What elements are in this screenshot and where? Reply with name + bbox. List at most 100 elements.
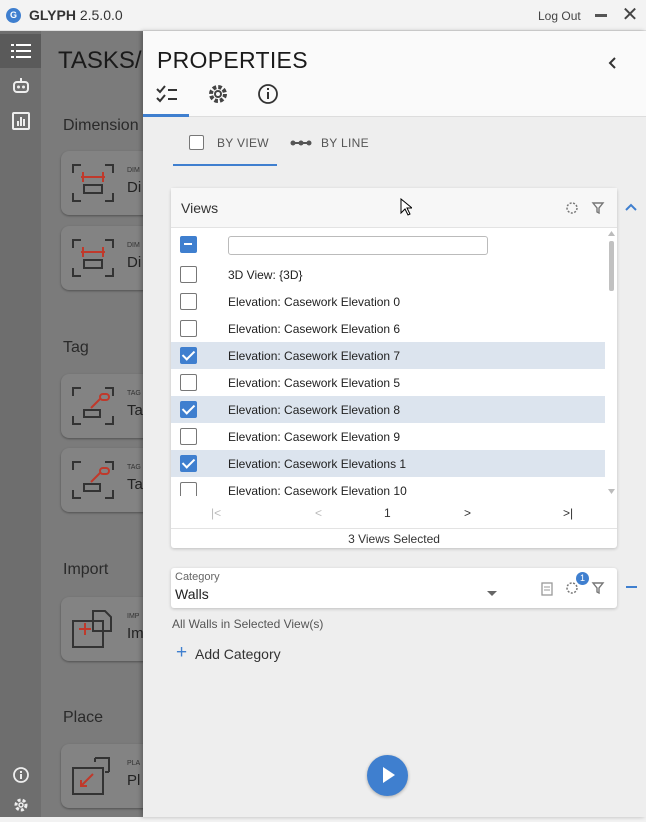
card-label: Ta: [127, 476, 143, 493]
panel-header: PROPERTIES: [143, 31, 646, 117]
view-name: Elevation: Casework Elevations 1: [228, 457, 407, 471]
run-button[interactable]: [367, 755, 408, 796]
row-checkbox[interactable]: [180, 482, 197, 496]
dimension-icon: [72, 164, 114, 202]
views-card: Views 3D View: {3D} Elevation: Casework …: [171, 188, 617, 548]
task-card[interactable]: TAG Ta: [61, 374, 144, 438]
row-checkbox[interactable]: [180, 428, 197, 445]
list-item[interactable]: Elevation: Casework Elevation 5: [171, 369, 605, 396]
first-page-button[interactable]: |<: [211, 506, 221, 520]
subtab-by-line[interactable]: BY LINE: [283, 126, 383, 166]
row-checkbox[interactable]: [180, 401, 197, 418]
remove-category-button[interactable]: [626, 586, 637, 588]
list-icon: [11, 44, 31, 58]
scroll-thumb[interactable]: [609, 241, 614, 291]
row-checkbox[interactable]: [180, 347, 197, 364]
row-checkbox[interactable]: [180, 320, 197, 337]
task-card[interactable]: TAG Ta: [61, 448, 144, 512]
rail-info[interactable]: [0, 758, 41, 792]
tab-properties[interactable]: [143, 79, 189, 117]
row-checkbox[interactable]: [180, 293, 197, 310]
page-title: TASKS/E: [58, 47, 144, 74]
info-icon: [258, 84, 278, 104]
list-item[interactable]: Elevation: Casework Elevation 10: [171, 477, 605, 496]
list-item[interactable]: Elevation: Casework Elevation 9: [171, 423, 605, 450]
tasks-page-backdrop: TASKS/E Dimension DIM Di DIM Di Tag TAG …: [41, 31, 144, 817]
add-category-label: Add Category: [195, 646, 281, 662]
place-icon: [72, 757, 110, 795]
dimension-icon: [72, 239, 114, 277]
task-card[interactable]: DIM Di: [61, 226, 144, 290]
subtab-by-view-label: BY VIEW: [217, 136, 269, 150]
card-category: TAG: [127, 464, 141, 471]
category-select[interactable]: Category Walls 1: [171, 568, 617, 608]
view-name: Elevation: Casework Elevation 10: [228, 484, 407, 496]
panel-title: PROPERTIES: [157, 47, 308, 73]
subtab-by-line-label: BY LINE: [321, 136, 369, 150]
next-page-button[interactable]: >: [464, 506, 471, 520]
task-card[interactable]: DIM Di: [61, 151, 144, 215]
logout-link[interactable]: Log Out: [538, 9, 581, 23]
views-search-input[interactable]: [228, 236, 488, 255]
tab-settings[interactable]: [195, 79, 241, 117]
chevron-left-icon: [608, 57, 616, 69]
view-name: Elevation: Casework Elevation 9: [228, 430, 401, 444]
app-version: 2.5.0.0: [79, 7, 123, 23]
category-refresh-button[interactable]: [563, 579, 581, 597]
filter-icon: [591, 582, 605, 595]
collapse-panel-button[interactable]: [603, 51, 623, 75]
views-header: Views: [171, 188, 617, 228]
robot-icon: [13, 78, 29, 93]
filter-button[interactable]: [589, 199, 607, 217]
selected-count: 3 Views Selected: [171, 528, 617, 548]
minimize-button[interactable]: [590, 4, 612, 26]
tab-info[interactable]: [245, 79, 291, 117]
list-item[interactable]: Elevation: Casework Elevation 8: [171, 396, 605, 423]
card-label: Di: [127, 179, 142, 196]
list-item[interactable]: Elevation: Casework Elevation 6: [171, 315, 605, 342]
rail-automation[interactable]: [0, 69, 41, 103]
app-name: GLYPH: [29, 7, 76, 23]
category-filter-button[interactable]: [589, 579, 607, 597]
row-checkbox[interactable]: [180, 455, 197, 472]
list-item[interactable]: Elevation: Casework Elevations 1: [171, 450, 605, 477]
list-item[interactable]: Elevation: Casework Elevation 7: [171, 342, 605, 369]
close-button[interactable]: ✕: [619, 4, 641, 26]
rail-reports[interactable]: [0, 104, 41, 138]
prev-page-button[interactable]: <: [315, 506, 322, 520]
collapse-views-button[interactable]: [624, 202, 638, 212]
last-page-button[interactable]: >|: [563, 506, 573, 520]
subtab-by-view[interactable]: BY VIEW: [173, 126, 277, 166]
rail-tasks[interactable]: [0, 34, 41, 68]
section-dimension: Dimension: [63, 117, 139, 134]
view-name: Elevation: Casework Elevation 6: [228, 322, 401, 336]
plus-icon: +: [176, 642, 188, 663]
views-scrollbar[interactable]: [606, 229, 617, 496]
line-icon: [290, 140, 312, 146]
gear-icon: [14, 798, 28, 812]
properties-panel: PROPERTIES BY VIEW BY LINE Views 3D View…: [143, 31, 646, 817]
scroll-up-icon: [608, 231, 615, 236]
card-label: Im: [127, 625, 144, 642]
category-list-icon[interactable]: [540, 581, 554, 597]
refresh-icon: [566, 202, 578, 214]
section-place: Place: [63, 709, 104, 726]
task-card[interactable]: IMP Im: [61, 597, 144, 661]
tag-icon: [72, 387, 114, 425]
task-card[interactable]: PLA Pl: [61, 744, 144, 808]
view-square-icon: [189, 135, 204, 150]
card-label: Di: [127, 254, 142, 271]
refresh-button[interactable]: [563, 199, 581, 217]
list-item[interactable]: 3D View: {3D}: [171, 261, 605, 288]
view-name: 3D View: {3D}: [228, 268, 303, 282]
view-name: Elevation: Casework Elevation 0: [228, 295, 401, 309]
views-filter-row: [171, 229, 605, 260]
card-label: Ta: [127, 402, 143, 419]
list-item[interactable]: Elevation: Casework Elevation 0: [171, 288, 605, 315]
select-all-checkbox[interactable]: [180, 236, 197, 253]
card-category: TAG: [127, 390, 141, 397]
row-checkbox[interactable]: [180, 374, 197, 391]
info-icon: [13, 767, 29, 783]
view-name: Elevation: Casework Elevation 8: [228, 403, 401, 417]
row-checkbox[interactable]: [180, 266, 197, 283]
